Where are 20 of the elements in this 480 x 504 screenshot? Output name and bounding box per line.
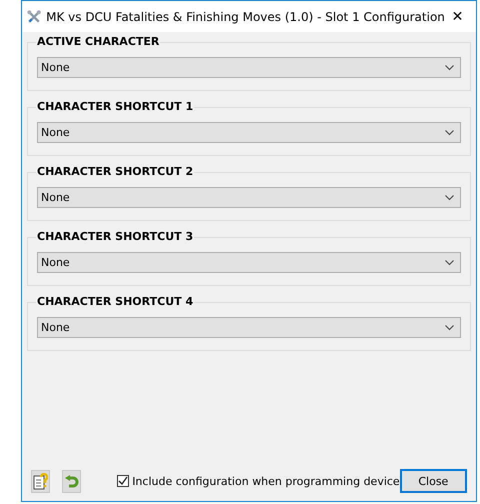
help-button[interactable] [31,470,50,492]
chevron-icon [445,260,454,266]
close-button[interactable]: Close [400,469,467,493]
window-title: MK vs DCU Fatalities & Finishing Moves (1.0) - Slot 1 Configuration [46,10,445,24]
dropdown[interactable]: None [37,252,461,273]
help-document-icon [33,472,48,490]
dropdown[interactable]: None [37,187,461,208]
chevron-icon [445,130,454,136]
chevron-icon [445,324,454,330]
close-icon[interactable]: ✕ [444,8,470,24]
chevron-icon [445,64,454,70]
dropdown[interactable]: None [37,122,461,143]
undo-arrow-icon [64,474,80,488]
checkbox[interactable] [117,475,130,487]
dropdown[interactable]: None [37,57,461,78]
chevron-icon [445,194,454,200]
dropdown[interactable]: None [37,317,461,338]
reset-button[interactable] [62,470,82,492]
tools-icon [27,8,42,26]
checkbox-label: Include configuration when programming device [132,474,400,488]
